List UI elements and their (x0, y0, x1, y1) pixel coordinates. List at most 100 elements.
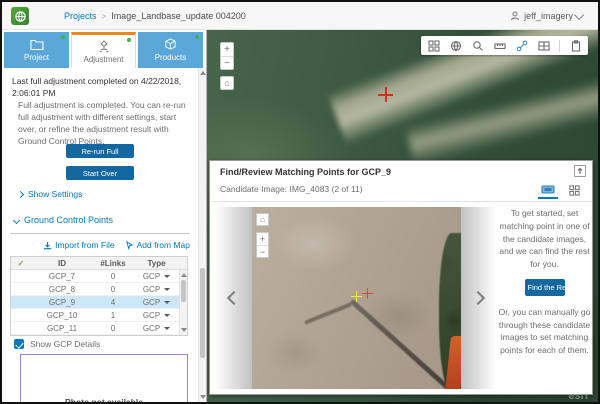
type-column-header: Type (133, 259, 180, 268)
gcp-type-dropdown[interactable]: GCP (133, 272, 180, 281)
map-canvas[interactable]: esri + − ⌂ (207, 30, 598, 402)
gcp-photo-placeholder: Photo not available (20, 354, 188, 402)
next-image-button[interactable] (461, 207, 495, 389)
scroll-down-icon[interactable] (200, 395, 206, 399)
gcp-id: GCP_9 (31, 298, 93, 307)
check-column-header: ✓ (11, 259, 31, 268)
candidate-image[interactable]: ⌂ + − (252, 207, 461, 389)
scroll-thumb[interactable] (200, 268, 205, 358)
show-gcp-details-checkbox[interactable] (14, 339, 24, 349)
pole-shadow-arm (304, 302, 352, 324)
rerun-full-button[interactable]: Re-run Full (66, 144, 134, 158)
tab-project[interactable]: Project (4, 32, 69, 68)
zoom-in-button[interactable]: + (221, 43, 233, 56)
tab-products[interactable]: Products (138, 32, 203, 68)
gcp-type-dropdown[interactable]: GCP (133, 298, 180, 307)
scroll-down-icon[interactable] (181, 328, 187, 332)
id-column-header: ID (31, 259, 93, 268)
start-over-button[interactable]: Start Over (66, 166, 134, 180)
tab-adjustment[interactable]: Adjustment (71, 32, 136, 68)
gcp-id: GCP_7 (31, 272, 93, 281)
previous-image-button[interactable] (216, 207, 252, 389)
table-row[interactable]: GCP_10 1 GCP (11, 309, 187, 322)
chevron-right-icon (17, 190, 24, 197)
status-dot-icon (195, 35, 199, 39)
chevron-down-icon (574, 10, 584, 20)
scroll-up-icon[interactable] (200, 71, 206, 75)
person-icon (510, 11, 520, 21)
folder-icon (30, 39, 44, 51)
status-dot-icon (61, 35, 65, 39)
grid-view-toggle[interactable] (564, 182, 584, 199)
status-dot-icon (127, 38, 131, 42)
popout-icon[interactable] (574, 165, 586, 177)
adjustment-summary: Full adjustment is completed. You can re… (18, 100, 190, 148)
gcp-links-count: 0 (93, 285, 133, 294)
view-toggle-group (538, 182, 584, 199)
basemap-globe-icon[interactable] (449, 39, 462, 52)
links-column-header: #Links (93, 259, 133, 268)
matching-point-yellow-cross (351, 291, 362, 302)
divider (10, 233, 190, 234)
measure-icon[interactable] (493, 39, 506, 52)
username: jeff_imagery (524, 11, 573, 21)
chevron-left-icon (227, 291, 241, 305)
zoom-out-button[interactable]: − (221, 56, 233, 69)
image-zoom-control: + − (256, 232, 269, 258)
gcp-id: GCP_10 (31, 311, 93, 320)
table-scrollbar[interactable] (179, 270, 187, 335)
show-gcp-details-row: Show GCP Details (14, 339, 100, 349)
gcp-links-count: 4 (93, 298, 133, 307)
caret-down-icon (164, 275, 170, 278)
sidebar: Project Adjustment Products Last full ad… (2, 30, 207, 402)
table-row[interactable]: GCP_7 0 GCP (11, 270, 187, 283)
scroll-up-icon[interactable] (181, 273, 187, 277)
table-row[interactable]: GCP_8 0 GCP (11, 283, 187, 296)
image-home-button[interactable]: ⌂ (256, 213, 269, 226)
gcp-type-dropdown[interactable]: GCP (133, 311, 180, 320)
app-header: Projects > Image_Landbase_update 004200 … (2, 2, 598, 30)
find-the-rest-button[interactable]: Find the Rest (525, 279, 565, 296)
breadcrumb: Projects > Image_Landbase_update 004200 (64, 2, 246, 30)
image-zoom-in-button[interactable]: + (257, 233, 268, 245)
cube-icon (164, 38, 177, 51)
import-icon (43, 241, 52, 250)
image-grid-icon[interactable] (427, 39, 440, 52)
esri-logo-icon[interactable] (11, 7, 29, 25)
show-settings-toggle[interactable]: Show Settings (18, 189, 82, 199)
map-zoom-control: + − (220, 42, 234, 70)
gcp-links-count: 0 (93, 272, 133, 281)
table-row-selected[interactable]: GCP_9 4 GCP (11, 296, 187, 309)
gcp-links-tool-icon[interactable] (515, 39, 528, 52)
toolbar-separator (559, 40, 560, 52)
image-zoom-out-button[interactable]: − (257, 245, 268, 257)
caret-down-icon (164, 327, 170, 330)
intro-text: To get started, set matching point in on… (495, 207, 594, 271)
projected-point-red-cross (362, 288, 373, 299)
gcp-id: GCP_8 (31, 285, 93, 294)
sidebar-scrollbar[interactable] (198, 68, 206, 402)
gcp-type-dropdown[interactable]: GCP (133, 324, 180, 333)
home-extent-button[interactable]: ⌂ (220, 76, 234, 90)
tab-label: Adjustment (83, 55, 123, 64)
viewer-windows-icon[interactable] (537, 39, 550, 52)
chevron-open-icon (13, 216, 20, 223)
breadcrumb-projects-link[interactable]: Projects (64, 11, 97, 21)
single-image-view-toggle[interactable] (538, 182, 558, 199)
tab-label: Project (24, 53, 49, 62)
import-from-file-link[interactable]: Import from File (43, 240, 115, 250)
find-review-panel: Find/Review Matching Points for GCP_9 Ca… (209, 160, 593, 395)
gcp-section-label: Ground Control Points (24, 215, 113, 225)
table-row[interactable]: GCP_11 0 GCP (11, 322, 187, 335)
map-pointer-icon (125, 241, 134, 250)
add-from-map-link[interactable]: Add from Map (125, 240, 190, 250)
gcp-id: GCP_11 (31, 324, 93, 333)
search-icon[interactable] (471, 39, 484, 52)
clipboard-icon[interactable] (569, 39, 582, 52)
gcp-marker-red-cross (378, 87, 393, 102)
gcp-section-toggle[interactable]: Ground Control Points (14, 215, 113, 225)
scroll-thumb[interactable] (181, 280, 186, 302)
panel-body: ⌂ + − To get started, set matching point… (210, 201, 592, 394)
user-menu[interactable]: jeff_imagery (510, 2, 584, 30)
gcp-type-dropdown[interactable]: GCP (133, 285, 180, 294)
